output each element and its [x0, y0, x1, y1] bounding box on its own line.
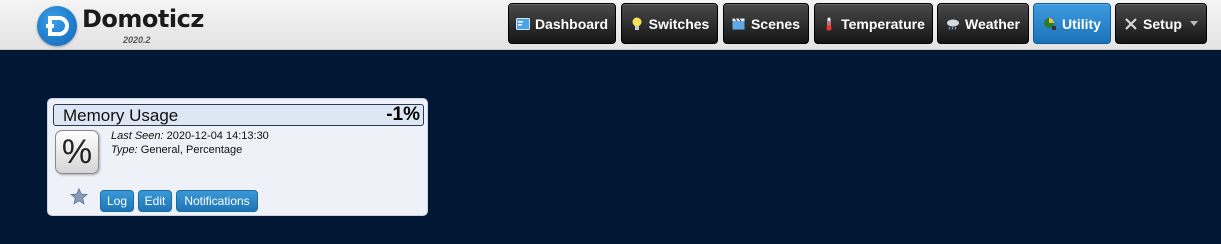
domoticz-logo[interactable]: Domoticz 2020.2: [37, 4, 204, 46]
nav-dashboard[interactable]: Dashboard: [508, 3, 616, 44]
notifications-button[interactable]: Notifications: [176, 190, 258, 212]
log-button[interactable]: Log: [100, 190, 134, 212]
nav-dashboard-label: Dashboard: [534, 15, 609, 32]
nav-temperature[interactable]: Temperature: [814, 3, 933, 44]
app-name: Domoticz: [82, 5, 204, 33]
nav-setup-label: Setup: [1143, 15, 1182, 32]
nav-setup[interactable]: Setup: [1115, 3, 1207, 44]
device-name: Memory Usage: [63, 106, 179, 125]
nav-scenes[interactable]: Scenes: [723, 3, 809, 44]
nav-utility[interactable]: Utility: [1033, 3, 1111, 44]
last-seen-label: Last Seen:: [111, 130, 164, 142]
utility-icon: [1043, 17, 1057, 31]
thermometer-icon: [822, 17, 836, 31]
nav-utility-label: Utility: [1062, 15, 1101, 32]
nav-switches-label: Switches: [648, 15, 710, 32]
top-navigation-bar: Domoticz 2020.2 Dashboard Switches Scene…: [0, 0, 1221, 50]
weather-icon: [946, 17, 960, 31]
device-widget-memory-usage: Memory Usage -1% % Last Seen: 2020-12-04…: [47, 98, 428, 216]
tools-icon: [1124, 17, 1138, 31]
app-version: 2020.2: [123, 35, 151, 45]
nav-weather[interactable]: Weather: [937, 3, 1029, 44]
nav-scenes-label: Scenes: [750, 15, 801, 32]
nav-weather-label: Weather: [965, 15, 1020, 32]
edit-button[interactable]: Edit: [138, 190, 172, 212]
type-value: General, Percentage: [140, 144, 243, 156]
last-seen-value: 2020-12-04 14:13:30: [166, 130, 269, 142]
percentage-icon[interactable]: %: [55, 130, 99, 174]
device-value: -1%: [386, 104, 420, 125]
nav-temperature-label: Temperature: [841, 15, 925, 32]
lightbulb-icon: [630, 17, 644, 31]
type-label: Type:: [111, 144, 138, 156]
type-row: Type: General, Percentage: [111, 144, 242, 156]
favorite-star-icon[interactable]: [69, 187, 89, 210]
chevron-down-icon: [1189, 21, 1198, 26]
dashboard-icon: [515, 17, 530, 31]
last-seen-row: Last Seen: 2020-12-04 14:13:30: [111, 130, 269, 142]
clapperboard-icon: [732, 17, 746, 31]
device-header: Memory Usage -1%: [53, 104, 424, 126]
percentage-glyph: %: [61, 132, 93, 171]
nav-switches[interactable]: Switches: [621, 3, 718, 44]
domoticz-logo-icon: [37, 6, 77, 46]
